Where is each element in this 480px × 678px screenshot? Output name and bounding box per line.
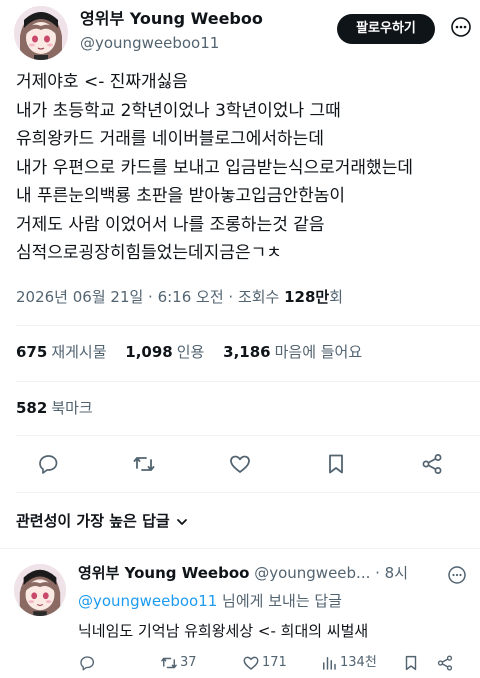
reply-like-button[interactable]: 171 (242, 652, 287, 674)
tweet-line: 내 푸른눈의백룡 초판을 받아놓고입금안한놈이 (16, 186, 346, 206)
reply-share-button[interactable] (436, 652, 456, 674)
likes-count[interactable]: 3,186 (223, 343, 270, 361)
divider (16, 381, 480, 382)
reply-sort-label: 관련성이 가장 높은 답글 (16, 512, 170, 530)
reply-reply-button[interactable] (78, 652, 98, 674)
author-handle[interactable]: @youngweeboo11 (80, 32, 263, 54)
analytics-icon (323, 656, 336, 670)
share-icon (437, 655, 453, 670)
reply-item[interactable]: 영위부 Young Weeboo @youngweeb... · 8시 @you… (0, 552, 480, 678)
tweet-line: 유희왕카드 거래를 네이버블로그에서하는데 (16, 129, 324, 149)
reply-icon[interactable] (32, 448, 64, 480)
author-name-block: 영위부 Young Weeboo @youngweeboo11 (80, 8, 263, 54)
retweet-icon (161, 657, 177, 668)
reposts-count[interactable]: 675 (16, 343, 47, 361)
reposts-label[interactable]: 재게시물 (51, 343, 106, 361)
reply-header: 영위부 Young Weeboo @youngweeb... · 8시 (78, 562, 408, 584)
author-display-name[interactable]: 영위부 Young Weeboo (80, 8, 263, 30)
author-avatar[interactable] (14, 6, 68, 60)
tweet-line: 내가 우편으로 카드를 보내고 입금받는식으로거래했는데 (16, 157, 413, 178)
divider (16, 435, 480, 436)
view-count-suffix: 회 (329, 288, 344, 306)
bookmarks-count: 582 (16, 399, 48, 417)
quotes-label[interactable]: 인용 (177, 343, 205, 361)
avatar-image (14, 564, 66, 616)
reply-author-name[interactable]: 영위부 Young Weeboo (78, 564, 249, 582)
bookmark-icon (405, 655, 417, 670)
avatar-image (14, 6, 68, 60)
tweet-action-bar (0, 448, 480, 480)
tweet-line: 거제야호 <- 진짜개싫음 (16, 72, 188, 92)
retweet-icon[interactable] (128, 448, 160, 480)
bookmark-icon[interactable] (320, 448, 352, 480)
likes-label[interactable]: 마음에 들어요 (275, 343, 363, 361)
tweet-header: 영위부 Young Weeboo @youngweeboo11 팔로우하기 (0, 0, 480, 66)
tweet-meta: 2026년 06월 21일 · 6:16 오전 · 조회수 128만회 (16, 284, 343, 310)
reply-timestamp[interactable]: · 8시 (375, 564, 408, 582)
view-count: 128만 (284, 288, 330, 306)
reply-text: 닉네임도 기억남 유희왕세상 <- 희대의 씨벌새 (78, 622, 369, 640)
tweet-line: 내가 초등학교 2학년이었나 3학년이었나 그때 (16, 100, 341, 121)
heart-icon (243, 656, 259, 670)
tweet-text: 거제야호 <- 진짜개싫음 내가 초등학교 2학년이었나 3학년이었나 그때 유… (16, 68, 476, 268)
reply-retweet-button[interactable]: 37 (160, 652, 197, 674)
reply-action-bar: 37 171 134천 (78, 652, 478, 674)
bookmarks-stat[interactable]: 582 북마크 (16, 396, 107, 420)
reply-more-icon[interactable] (446, 564, 468, 586)
tweet-line: 거제도 사람 이었어서 나를 조롱하는것 같음 (16, 214, 325, 235)
reply-author-handle[interactable]: @youngweeb... (254, 564, 370, 582)
tweet-line: 심적으로굉장히힘들었는데지금은ㄱㅊ (16, 243, 282, 263)
replying-to: @youngweeboo11 님에게 보내는 답글 (78, 590, 342, 612)
divider (0, 548, 480, 549)
share-icon[interactable] (416, 448, 448, 480)
reply-bookmark-button[interactable] (402, 652, 422, 674)
follow-button[interactable]: 팔로우하기 (337, 14, 435, 44)
reply-views-button[interactable]: 134천 (320, 652, 377, 674)
reply-icon (80, 655, 95, 670)
reply-retweet-count: 37 (180, 655, 197, 670)
bookmarks-label: 북마크 (51, 399, 93, 417)
reply-author-avatar[interactable] (14, 564, 66, 616)
engagement-stats: 675 재게시물 1,098 인용 3,186 마음에 들어요 (16, 340, 376, 364)
divider (16, 492, 480, 493)
heart-icon[interactable] (224, 448, 256, 480)
divider (16, 325, 480, 326)
more-options-icon[interactable] (448, 14, 474, 40)
reply-sort-dropdown[interactable]: 관련성이 가장 높은 답글 (16, 508, 188, 534)
tweet-timestamp[interactable]: 2026년 06월 21일 · 6:16 오전 · 조회수 (16, 288, 284, 306)
reply-mention-link[interactable]: @youngweeboo11 (78, 592, 217, 610)
reply-like-count: 171 (262, 655, 287, 670)
reply-view-count: 134천 (340, 655, 377, 670)
chevron-down-icon (176, 518, 187, 525)
quotes-count[interactable]: 1,098 (125, 343, 172, 361)
replying-to-suffix: 님에게 보내는 답글 (217, 592, 342, 610)
